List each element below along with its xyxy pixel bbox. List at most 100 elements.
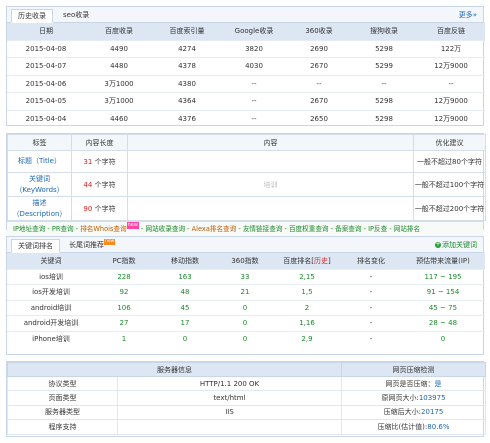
compression-label: 原网页大小:	[381, 394, 419, 403]
keyword-cell[interactable]: ios开发培训	[7, 284, 95, 300]
col-rank-change: 排名变化	[341, 253, 401, 269]
new-badge: new	[126, 222, 139, 229]
tab-history-index[interactable]: 历史收录	[11, 9, 53, 23]
keyword-cell[interactable]: android开发培训	[7, 315, 95, 331]
traffic-cell: 0	[401, 330, 485, 347]
server-label: 程序支持	[7, 419, 118, 435]
server-info-header: 服务器信息	[7, 362, 342, 377]
server-label: 协议类型	[7, 375, 118, 392]
pc-index-cell: 1	[95, 330, 153, 347]
label-suffix: （Title）	[31, 157, 61, 165]
360-index-cell: 33	[217, 268, 273, 285]
value-cell: 122万	[417, 39, 485, 58]
label-text: 标题	[17, 157, 32, 165]
add-keyword-label: 添加关键词	[442, 241, 477, 249]
value-cell: --	[221, 109, 287, 128]
tool-link-alexa[interactable]: Alexa排名查询	[192, 225, 237, 233]
col-google-index: Google收录	[221, 23, 287, 40]
description-label: 描述 （Description）	[7, 196, 72, 221]
pc-index-cell: 92	[95, 284, 153, 300]
history-tabs: 历史收录 seo收录 更多»	[7, 7, 483, 23]
baidu-rank-cell: 1,16	[273, 315, 341, 331]
server-value: HTTP/1.1 200 OK	[117, 375, 342, 392]
tool-link-reverse-ip[interactable]: IP反查	[368, 225, 387, 233]
label-suffix: （KeyWords）	[15, 185, 64, 194]
tab-seo-index[interactable]: seo收录	[57, 9, 95, 23]
360-index-cell: 0	[217, 315, 273, 331]
mobile-index-cell: 45	[153, 299, 217, 316]
date-cell: 2015-04-04	[7, 109, 85, 128]
tool-link-whois[interactable]: 排名Whois查询	[80, 225, 126, 233]
keywords-panel: 关键词排名 长尾词推荐new +添加关键词 关键词 PC指数 移动指数 360指…	[6, 236, 485, 355]
tool-link-baidu-weight[interactable]: 百度权重查询	[289, 225, 329, 233]
col-date: 日期	[7, 23, 85, 40]
col-tag: 标签	[7, 134, 72, 151]
traffic-cell: 28 ~ 48	[401, 315, 485, 331]
tdk-table: 标签 内容长度 内容 优化建议 标题（Title） 31 个字符 一般不超过80…	[7, 134, 486, 221]
value-cell: --	[417, 74, 485, 93]
history-link[interactable]: 历史	[314, 257, 328, 265]
server-label: 服务器类型	[7, 404, 118, 421]
tool-link-ip-lookup[interactable]: IP地址查询	[13, 225, 45, 233]
keyword-cell[interactable]: iPhone培训	[7, 330, 95, 347]
keywords-label: 关键词 （KeyWords）	[7, 172, 72, 197]
compression-label: 压缩比(估计值):	[377, 422, 428, 431]
value-cell: --	[221, 74, 287, 93]
date-cell: 2015-04-07	[7, 57, 85, 75]
360-index-cell: 21	[217, 284, 273, 300]
col-baidu-backlinks: 百度反链	[417, 23, 485, 40]
keywords-tabs: 关键词排名 长尾词推荐new +添加关键词	[7, 237, 483, 253]
tool-link-site-rank[interactable]: 网站排名	[394, 225, 420, 233]
tool-link-pr[interactable]: PR查询	[52, 225, 74, 233]
value-cell: 2690	[287, 39, 351, 58]
history-table: 日期 百度收录 百度索引量 Google收录 360收录 搜狗收录 百度反链 2…	[7, 23, 485, 128]
value-cell: 4490	[85, 39, 153, 58]
value-cell: 5298	[351, 109, 417, 128]
value-cell: --	[351, 74, 417, 93]
table-row: 关键词 （KeyWords） 44 个字符 培训 一般不超过100个字符	[7, 172, 486, 197]
server-panel: 服务器信息 网页压缩检测 协议类型 HTTP/1.1 200 OK 网页是否压缩…	[6, 361, 486, 437]
tool-link-index-check[interactable]: 网站收录查询	[146, 225, 186, 233]
col-content: 内容	[127, 134, 414, 151]
pc-index-cell: 27	[95, 315, 153, 331]
length-cell: 31 个字符	[71, 150, 128, 173]
baidu-rank-cell: 2,15	[273, 268, 341, 285]
add-keyword-button[interactable]: +添加关键词	[435, 240, 477, 250]
plus-icon: +	[435, 241, 441, 248]
more-link[interactable]: 更多»	[459, 10, 477, 20]
table-row: ios开发培训 92 48 21 1,5 - 91 ~ 154	[7, 284, 485, 300]
rank-change-cell: -	[341, 330, 401, 347]
360-index-cell: 0	[217, 299, 273, 316]
compression-value: 103975	[418, 394, 446, 403]
table-row: 协议类型 HTTP/1.1 200 OK 网页是否压缩：是	[7, 375, 486, 392]
tab-longtail[interactable]: 长尾词推荐new	[63, 239, 121, 253]
compression-label: 网页是否压缩：	[385, 379, 435, 388]
pc-index-cell: 228	[95, 268, 153, 285]
360-index-cell: 0	[217, 330, 273, 347]
tab-keyword-ranking[interactable]: 关键词排名	[11, 239, 60, 253]
value-cell: 4378	[153, 57, 221, 75]
table-row: 2015-04-04 4460 4376 -- 2650 5298 12万900…	[7, 109, 485, 128]
server-value: text/html	[117, 390, 342, 406]
baidu-rank-cell: 2	[273, 299, 341, 316]
col-advice: 优化建议	[413, 134, 486, 151]
col-length: 内容长度	[71, 134, 128, 151]
advice-cell: 一般不超过200个字符	[413, 196, 486, 221]
tool-link-friend-links[interactable]: 友情链接查询	[243, 225, 283, 233]
value-cell: 4376	[153, 109, 221, 128]
col-keyword: 关键词	[7, 253, 95, 269]
value-cell: 12万9000	[417, 57, 485, 75]
col-sogou-index: 搜狗收录	[351, 23, 417, 40]
compression-cell: 网页是否压缩：是	[341, 375, 486, 392]
keywords-table: 关键词 PC指数 移动指数 360指数 百度排名[历史] 排名变化 预估带来流量…	[7, 253, 485, 347]
length-number: 31	[83, 157, 93, 166]
compression-cell: 压缩后大小:20175	[341, 404, 486, 421]
keyword-cell[interactable]: ios培训	[7, 268, 95, 285]
value-cell: --	[221, 92, 287, 110]
table-row: 程序支持 压缩比(估计值):80.6%	[7, 419, 486, 435]
tool-link-icp[interactable]: 备案查询	[335, 225, 361, 233]
date-cell: 2015-04-06	[7, 74, 85, 93]
label-text: 关键词	[29, 174, 50, 183]
keyword-cell[interactable]: android培训	[7, 299, 95, 316]
table-row: iPhone培训 1 0 0 2,9 - 0	[7, 330, 485, 347]
